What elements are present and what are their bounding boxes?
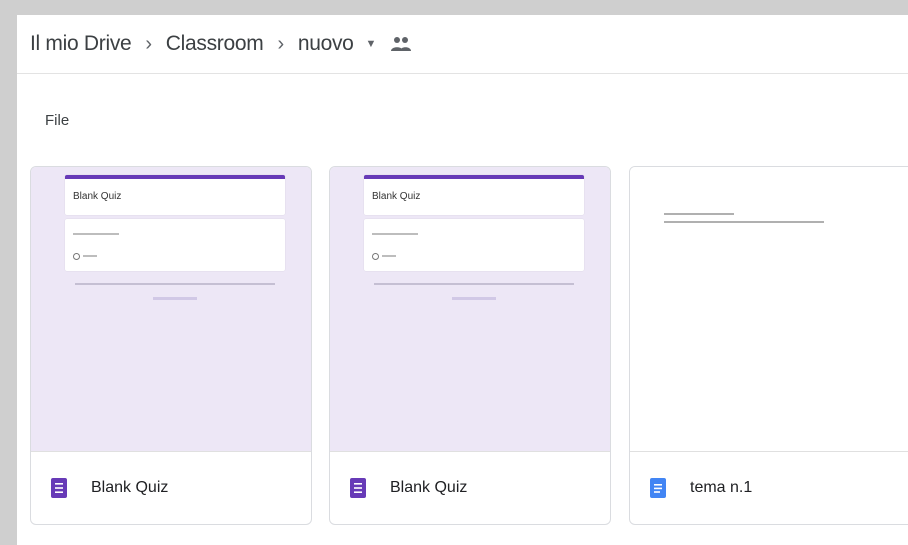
people-icon[interactable] [390, 36, 412, 52]
file-name: Blank Quiz [390, 479, 468, 496]
google-docs-icon [650, 478, 666, 498]
breadcrumb-separator: › [277, 32, 284, 55]
breadcrumb-item-current-folder[interactable]: nuovo [298, 32, 354, 56]
file-card-footer: Blank Quiz [330, 451, 610, 524]
form-preview-question [364, 219, 584, 271]
file-card[interactable]: Blank Quiz Blank Quiz [30, 166, 312, 525]
form-preview-header: Blank Quiz [65, 175, 285, 215]
file-name: Blank Quiz [91, 479, 169, 496]
form-preview-header: Blank Quiz [364, 175, 584, 215]
form-preview-title: Blank Quiz [73, 191, 122, 202]
breadcrumb-item-classroom[interactable]: Classroom [166, 32, 264, 56]
breadcrumb: Il mio Drive › Classroom › nuovo ▼ [17, 15, 908, 74]
file-card-footer: tema n.1 [630, 451, 908, 524]
form-preview-question [65, 219, 285, 271]
caret-down-icon[interactable]: ▼ [366, 38, 377, 50]
breadcrumb-separator: › [145, 32, 152, 55]
google-forms-icon [51, 478, 67, 498]
breadcrumb-item-my-drive[interactable]: Il mio Drive [30, 32, 132, 56]
form-preview-title: Blank Quiz [372, 191, 421, 202]
file-card[interactable]: Blank Quiz Blank Quiz [329, 166, 611, 525]
file-thumbnail: Blank Quiz [31, 167, 311, 451]
section-title-files: File [45, 112, 70, 129]
file-thumbnail [630, 167, 908, 451]
google-forms-icon [350, 478, 366, 498]
file-card[interactable]: tema n.1 [629, 166, 908, 525]
file-thumbnail: Blank Quiz [330, 167, 610, 451]
drive-window: Il mio Drive › Classroom › nuovo ▼ File … [17, 15, 908, 545]
file-card-footer: Blank Quiz [31, 451, 311, 524]
file-name: tema n.1 [690, 479, 753, 496]
